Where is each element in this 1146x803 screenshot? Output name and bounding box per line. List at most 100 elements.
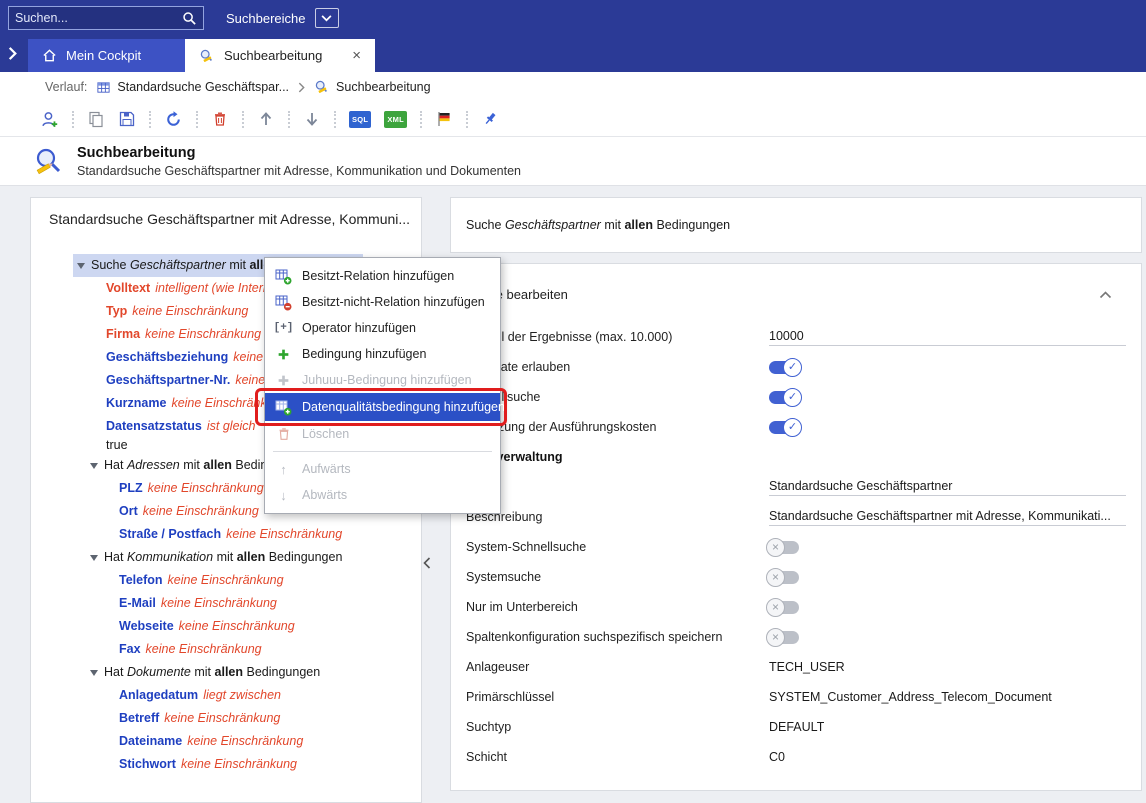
form-row-system-quicksearch: System-Schnellsuche: [466, 532, 1126, 562]
toolbar-separator: [72, 111, 74, 128]
tab-mein-cockpit[interactable]: Mein Cockpit: [28, 39, 185, 72]
search-edit-icon: [199, 48, 215, 64]
copy-icon[interactable]: [87, 110, 105, 128]
global-search-box[interactable]: [8, 6, 204, 30]
plus-icon: [275, 346, 292, 363]
search-scope-label: Suchbereiche: [226, 11, 306, 26]
tab-label: Suchbearbeitung: [224, 48, 322, 63]
description-input[interactable]: Standardsuche Geschäftspartner mit Adres…: [769, 509, 1126, 526]
xml-icon[interactable]: XML: [384, 111, 407, 128]
search-icon: [182, 11, 197, 26]
table-add-icon: [275, 268, 292, 285]
toolbar-separator: [242, 111, 244, 128]
move-up-icon[interactable]: [257, 110, 275, 128]
suchtyp-value: DEFAULT: [769, 720, 824, 734]
chevron-down-icon: [315, 8, 339, 28]
toolbar-separator: [466, 111, 468, 128]
content-chrome: Verlauf: Standardsuche Geschäftspar... S…: [0, 72, 1146, 186]
tree-condition-dateiname[interactable]: Dateinamekeine Einschränkung: [49, 730, 421, 753]
chevron-right-icon: [298, 82, 305, 93]
table-remove-icon: [275, 294, 292, 311]
menu-item-besitzt-nicht-relation[interactable]: Besitzt-nicht-Relation hinzufügen: [265, 289, 500, 315]
panel-collapse-icon[interactable]: [423, 556, 431, 573]
search-edit-icon: [34, 146, 64, 176]
collapse-triangle-icon[interactable]: [90, 555, 98, 561]
form-row-name: Name Standardsuche Geschäftspartner: [466, 472, 1126, 502]
refresh-icon[interactable]: [164, 110, 183, 129]
tree-condition-email[interactable]: E-Mailkeine Einschränkung: [49, 592, 421, 615]
quicksearch-toggle[interactable]: [769, 391, 799, 404]
form-row-systemsearch: Systemsuche: [466, 562, 1126, 592]
tree-node-kommunikation[interactable]: Hat Kommunikation mit allen Bedingungen: [49, 546, 421, 569]
add-contact-icon[interactable]: [40, 110, 59, 129]
tree-condition-telefon[interactable]: Telefonkeine Einschränkung: [49, 569, 421, 592]
form-row-suchtyp: Suchtyp DEFAULT: [466, 712, 1126, 742]
pin-icon[interactable]: [481, 110, 499, 128]
form-row-primary-key: Primärschlüssel SYSTEM_Customer_Address_…: [466, 682, 1126, 712]
form-row-beschreibung: Beschreibung Standardsuche Geschäftspart…: [466, 502, 1126, 532]
search-summary-panel: Suche Geschäftspartner mit allen Bedingu…: [450, 197, 1142, 253]
breadcrumb-item-standardsuche[interactable]: Standardsuche Geschäftspar...: [96, 80, 289, 95]
menu-item-aufwaerts: ↑ Aufwärts: [265, 456, 500, 482]
delete-icon[interactable]: [211, 110, 229, 128]
system-quicksearch-toggle[interactable]: [769, 541, 799, 554]
form-row-duplicates: Duplikate erlauben: [466, 352, 1126, 382]
execution-cost-toggle[interactable]: [769, 421, 799, 434]
tree-condition-stichwort[interactable]: Stichwortkeine Einschränkung: [49, 753, 421, 776]
tab-suchbearbeitung[interactable]: Suchbearbeitung ×: [185, 39, 375, 72]
close-icon[interactable]: ×: [352, 48, 361, 63]
menu-item-datenqualitaetsbedingung[interactable]: Datenqualitätsbedingung hinzufügen: [265, 393, 500, 421]
plus-disabled-icon: [275, 372, 292, 389]
form-row-execution-cost: Schätzung der Ausführungskosten: [466, 412, 1126, 442]
tree-condition-strasse[interactable]: Straße / Postfachkeine Einschränkung: [49, 523, 421, 546]
menu-item-operator[interactable]: [+] Operator hinzufügen: [265, 315, 500, 341]
breadcrumb: Verlauf: Standardsuche Geschäftspar... S…: [0, 72, 1146, 102]
sql-icon[interactable]: SQL: [349, 111, 371, 128]
page-header: Suchbearbeitung Standardsuche Geschäftsp…: [0, 137, 1146, 186]
form-row-quicksearch: Schnellsuche: [466, 382, 1126, 412]
collapse-triangle-icon[interactable]: [90, 670, 98, 676]
menu-item-besitzt-relation[interactable]: Besitzt-Relation hinzufügen: [265, 263, 500, 289]
tree-panel-title: Standardsuche Geschäftspartner mit Adres…: [49, 211, 421, 227]
chevron-up-icon[interactable]: [1099, 287, 1112, 302]
name-input[interactable]: Standardsuche Geschäftspartner: [769, 479, 1126, 496]
search-edit-panel: Suche bearbeiten Anzahl der Ergebnisse (…: [450, 263, 1142, 791]
menu-separator: [273, 451, 492, 452]
operator-brackets-icon: [+]: [275, 320, 292, 337]
menu-item-bedingung[interactable]: Bedingung hinzufügen: [265, 341, 500, 367]
menu-item-abwaerts: ↓ Abwärts: [265, 482, 500, 508]
subarea-only-toggle[interactable]: [769, 601, 799, 614]
page-subtitle: Standardsuche Geschäftspartner mit Adres…: [77, 164, 521, 178]
tree-condition-webseite[interactable]: Webseitekeine Einschränkung: [49, 615, 421, 638]
search-edit-icon: [314, 79, 330, 95]
results-limit-input[interactable]: 10000: [769, 329, 1126, 346]
tree-condition-betreff[interactable]: Betreffkeine Einschränkung: [49, 707, 421, 730]
flag-icon[interactable]: [435, 110, 453, 128]
search-input[interactable]: [15, 11, 182, 25]
toolbar-separator: [288, 111, 290, 128]
tab-bar: Mein Cockpit Suchbearbeitung ×: [0, 36, 1146, 72]
menu-item-juhuuu-bedingung: Juhuuu-Bedingung hinzufügen: [265, 367, 500, 393]
sidebar-expand-icon[interactable]: [8, 46, 17, 64]
duplicates-toggle[interactable]: [769, 361, 799, 374]
column-config-toggle[interactable]: [769, 631, 799, 644]
search-summary-text: Suche Geschäftspartner mit allen Bedingu…: [466, 218, 730, 232]
tree-node-dokumente[interactable]: Hat Dokumente mit allen Bedingungen: [49, 661, 421, 684]
toolbar-separator: [420, 111, 422, 128]
breadcrumb-item-suchbearbeitung[interactable]: Suchbearbeitung: [314, 79, 431, 95]
anlageuser-value: TECH_USER: [769, 660, 845, 674]
systemsearch-toggle[interactable]: [769, 571, 799, 584]
collapse-triangle-icon[interactable]: [90, 463, 98, 469]
tree-condition-anlagedatum[interactable]: Anlagedatumliegt zwischen: [49, 684, 421, 707]
form-row-column-config: Spaltenkonfiguration suchspezifisch spei…: [466, 622, 1126, 652]
page-title: Suchbearbeitung: [77, 145, 521, 161]
top-search-bar: Suchbereiche: [0, 0, 1146, 36]
collapse-triangle-icon[interactable]: [77, 263, 85, 269]
search-scope-dropdown[interactable]: Suchbereiche: [226, 8, 339, 28]
toolbar-separator: [334, 111, 336, 128]
arrow-up-icon: ↑: [275, 461, 292, 478]
save-icon[interactable]: [118, 110, 136, 128]
toolbar-separator: [149, 111, 151, 128]
move-down-icon[interactable]: [303, 110, 321, 128]
tree-condition-fax[interactable]: Faxkeine Einschränkung: [49, 638, 421, 661]
